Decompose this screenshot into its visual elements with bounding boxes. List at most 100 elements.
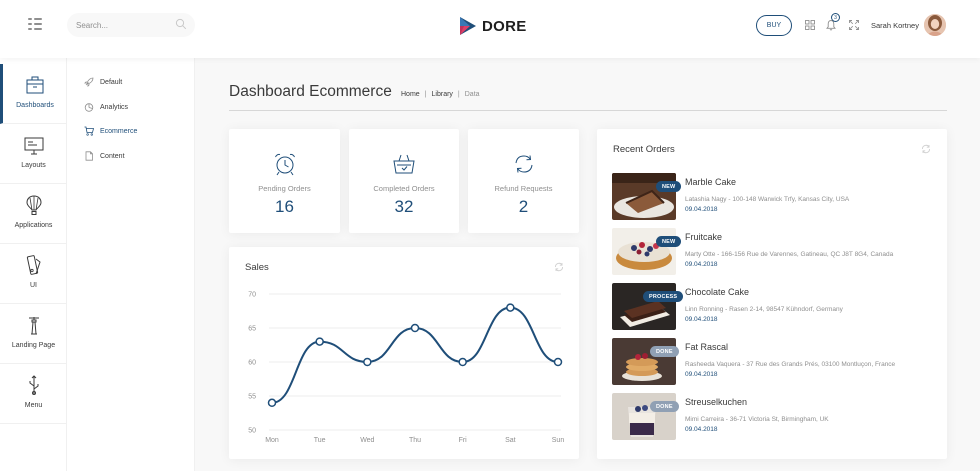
- order-date: 09.04.2018: [685, 261, 718, 268]
- user-name[interactable]: Sarah Kortney: [871, 21, 919, 30]
- stat-label: Refund Requests: [494, 184, 553, 193]
- x-tick-label: Wed: [360, 437, 374, 444]
- main-menu-item-dashboards[interactable]: Dashboards: [0, 64, 67, 124]
- order-address: Latashia Nagy - 100-148 Warwick Trfy, Ka…: [685, 196, 850, 203]
- brand-name: DORE: [482, 17, 527, 35]
- order-row[interactable]: NEW Marble Cake Latashia Nagy - 100-148 …: [612, 173, 952, 220]
- sub-menu-item-content[interactable]: Content: [84, 149, 125, 163]
- sales-line-chart: 50 55 60 65 70 Mon Tue Wed Thu Fri Sat Sun: [248, 292, 565, 445]
- order-name[interactable]: Streuselkuchen: [685, 397, 747, 407]
- file-icon: [85, 151, 93, 161]
- top-navbar: DORE BUY 3 Sarah Kortney: [0, 0, 980, 58]
- basket-icon: [393, 154, 415, 174]
- main-menu-label: Menu: [24, 402, 43, 409]
- shop-icon: [26, 76, 44, 94]
- pie-chart-icon: [84, 103, 94, 112]
- order-name[interactable]: Fruitcake: [685, 232, 722, 242]
- y-tick-label: 60: [248, 360, 256, 367]
- data-point[interactable]: [553, 357, 563, 367]
- order-name[interactable]: Marble Cake: [685, 177, 736, 187]
- menu-toggle-icon[interactable]: [28, 18, 42, 30]
- stat-label: Completed Orders: [373, 184, 435, 193]
- main-menu-item-applications[interactable]: Applications: [0, 184, 67, 244]
- lighthouse-icon: [28, 317, 39, 335]
- stat-card-completed-orders[interactable]: Completed Orders 32: [349, 129, 459, 233]
- usb-icon: [29, 375, 38, 395]
- sub-menu-item-analytics[interactable]: Analytics: [84, 100, 128, 114]
- alarm-clock-icon: [274, 153, 295, 176]
- order-name[interactable]: Fat Rascal: [685, 342, 728, 352]
- stat-card-refund-requests[interactable]: Refund Requests 2: [468, 129, 579, 233]
- search-input[interactable]: [76, 19, 168, 31]
- sales-card: Sales 50 55 60 65 70 Mon Tue Wed Thu Fri Sat Sun: [229, 247, 579, 459]
- user-avatar-image: [924, 14, 946, 36]
- y-tick-label: 50: [248, 428, 256, 435]
- sub-menu-item-default[interactable]: Default: [84, 75, 122, 89]
- cart-icon: [84, 126, 94, 136]
- x-tick-label: Mon: [265, 437, 279, 444]
- recent-orders-title: Recent Orders: [613, 144, 675, 155]
- sales-series-line: [271, 306, 559, 404]
- order-address: Rasheeda Vaquera - 37 Rue des Grands Pré…: [685, 361, 896, 368]
- breadcrumb-current: Data: [464, 91, 480, 98]
- sub-menu-item-ecommerce[interactable]: Ecommerce: [84, 124, 137, 138]
- stat-label: Pending Orders: [258, 184, 311, 193]
- search-icon[interactable]: [175, 18, 187, 30]
- main-menu-item-layouts[interactable]: Layouts: [0, 124, 67, 184]
- sub-menu-label: Ecommerce: [100, 127, 138, 135]
- main-menu-item-ui[interactable]: UI: [0, 244, 67, 304]
- brand-logo[interactable]: DORE: [459, 14, 527, 38]
- order-address: Marty Otte - 166-156 Rue de Varennes, Ga…: [685, 251, 894, 258]
- sub-menu-label: Analytics: [100, 103, 129, 111]
- order-address: Mimi Carreira - 36-71 Victoria St, Birmi…: [685, 416, 829, 423]
- main-menu-item-landing-page[interactable]: Landing Page: [0, 304, 67, 364]
- page-title: Dashboard Ecommerce: [229, 83, 392, 100]
- order-row[interactable]: PROCESS Chocolate Cake Linn Ronning - Ra…: [612, 283, 952, 330]
- order-date: 09.04.2018: [685, 426, 718, 433]
- status-badge: DONE: [650, 346, 679, 357]
- main-menu-label: Layouts: [21, 162, 46, 169]
- data-point[interactable]: [458, 357, 467, 367]
- data-point[interactable]: [363, 357, 372, 367]
- order-name[interactable]: Chocolate Cake: [685, 287, 749, 297]
- status-badge: NEW: [656, 236, 682, 247]
- order-row[interactable]: DONE Fat Rascal Rasheeda Vaquera - 37 Ru…: [612, 338, 952, 385]
- y-tick-label: 55: [248, 394, 256, 401]
- main-menu-item-menu[interactable]: Menu: [0, 364, 67, 424]
- stat-card-pending-orders[interactable]: Pending Orders 16: [229, 129, 340, 233]
- stat-value: 32: [394, 197, 414, 216]
- main-menu-label: UI: [30, 282, 37, 289]
- data-point[interactable]: [315, 337, 324, 346]
- breadcrumb: Home | Library | Data: [401, 91, 480, 98]
- y-tick-label: 65: [248, 326, 256, 333]
- fullscreen-icon[interactable]: [849, 20, 859, 30]
- data-point[interactable]: [506, 303, 515, 312]
- sub-menu: Default Analytics Ecommerce Content: [67, 58, 195, 471]
- status-badge: DONE: [650, 401, 679, 412]
- breadcrumb-home[interactable]: Home: [401, 91, 420, 98]
- pantone-icon: [26, 255, 41, 275]
- sub-menu-label: Content: [100, 152, 125, 160]
- rocket-icon: [84, 77, 94, 87]
- refresh-icon[interactable]: [921, 144, 931, 154]
- breadcrumb-library[interactable]: Library: [432, 91, 453, 98]
- main-menu-label: Landing Page: [11, 342, 56, 349]
- data-point[interactable]: [410, 323, 420, 333]
- buy-button[interactable]: BUY: [756, 15, 792, 36]
- status-badge: NEW: [656, 181, 682, 192]
- apps-grid-icon[interactable]: [805, 20, 815, 30]
- x-tick-label: Thu: [409, 437, 421, 444]
- logo-mark-icon: [460, 17, 476, 35]
- order-row[interactable]: NEW Fruitcake Marty Otte - 166-156 Rue d…: [612, 228, 952, 275]
- monitor-icon: [24, 137, 43, 155]
- stat-value: 16: [275, 197, 294, 216]
- order-row[interactable]: DONE Streuselkuchen Mimi Carreira - 36-7…: [612, 393, 952, 440]
- status-badge: PROCESS: [643, 291, 684, 302]
- x-tick-label: Sat: [505, 437, 516, 444]
- avatar[interactable]: [924, 14, 946, 36]
- data-point[interactable]: [267, 398, 277, 408]
- notification-count-badge: 3: [831, 13, 840, 22]
- x-tick-label: Sun: [552, 437, 565, 444]
- order-address: Linn Ronning - Rasen 2-14, 98547 Kühndor…: [685, 306, 843, 313]
- recent-orders-card: Recent Orders NEW Marble Cake Latashia N…: [597, 129, 947, 459]
